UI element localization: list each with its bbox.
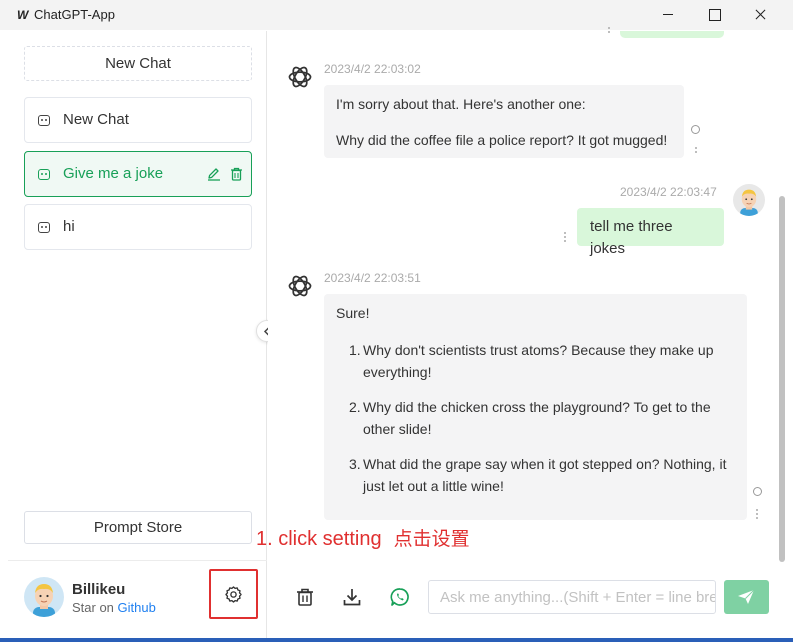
chat-history-item[interactable]: New Chat <box>24 97 252 143</box>
chat-bubble-icon <box>38 222 50 233</box>
whatsapp-icon[interactable] <box>390 587 410 607</box>
chat-scrollbar[interactable] <box>779 196 785 562</box>
more-icon[interactable] <box>756 509 759 521</box>
sidebar: New Chat New Chat Give me a joke hi Prom… <box>8 31 267 640</box>
openai-logo-icon <box>288 275 312 297</box>
more-icon[interactable] <box>695 147 698 155</box>
chat-input[interactable] <box>428 580 716 614</box>
sidebar-divider <box>8 560 267 561</box>
assistant-message-bubble: Sure! 1. Why don't scientists trust atoms… <box>324 294 747 520</box>
message-timestamp: 2023/4/2 22:03:51 <box>324 271 421 285</box>
list-number: 2. <box>349 399 361 415</box>
gear-icon <box>225 586 242 603</box>
maximize-button[interactable] <box>691 0 737 30</box>
user-subtitle: Star on Github <box>72 600 156 616</box>
close-button[interactable] <box>737 0 783 30</box>
message-paragraph: Why did the coffee file a police report?… <box>336 132 668 148</box>
trash-icon[interactable] <box>295 587 315 607</box>
list-item: 3. What did the grape say when it got ste… <box>336 453 735 497</box>
minimize-button[interactable] <box>645 0 691 30</box>
message-timestamp: 2023/4/2 22:03:02 <box>324 62 421 76</box>
avatar-illustration-icon <box>24 577 64 617</box>
github-link[interactable]: Github <box>118 600 156 615</box>
settings-button[interactable] <box>209 569 258 619</box>
new-chat-button[interactable]: New Chat <box>24 46 252 81</box>
user-message-avatar <box>733 184 765 216</box>
list-text: What did the grape say when it got stepp… <box>363 456 727 494</box>
chat-bubble-icon <box>38 169 50 180</box>
copy-status-icon[interactable] <box>691 125 700 134</box>
title-bar: W ChatGPT-App <box>0 0 793 30</box>
chat-history-item-active[interactable]: Give me a joke <box>24 151 252 197</box>
openai-logo-icon <box>288 66 312 88</box>
user-message-bubble: tell me three jokes <box>577 208 724 257</box>
message-paragraph: Sure! <box>336 305 370 321</box>
app-logo-icon: W <box>17 8 29 22</box>
chat-history-label: New Chat <box>63 111 129 128</box>
list-text: Why did the chicken cross the playground… <box>363 399 711 437</box>
send-icon <box>738 589 755 604</box>
list-number: 1. <box>349 342 361 358</box>
send-button[interactable] <box>724 580 769 614</box>
trash-icon[interactable] <box>230 167 243 181</box>
chat-history-label: Give me a joke <box>63 165 164 182</box>
message-timestamp: 2023/4/2 22:03:47 <box>620 185 717 199</box>
instruction-annotation: 1. click setting 点击设置 <box>256 527 470 551</box>
chat-bubble-icon <box>38 115 50 126</box>
user-subtitle-prefix: Star on <box>72 600 118 615</box>
prompt-store-button[interactable]: Prompt Store <box>24 511 252 544</box>
user-name: Billikeu <box>72 581 126 598</box>
avatar-illustration-icon <box>733 184 765 216</box>
more-icon[interactable] <box>564 232 567 244</box>
edit-icon[interactable] <box>207 167 221 181</box>
list-number: 3. <box>349 456 361 472</box>
assistant-message-bubble: I'm sorry about that. Here's another one… <box>324 85 684 158</box>
annotation-chinese: 点击设置 <box>393 528 470 550</box>
list-item: 1. Why don't scientists trust atoms? Beca… <box>336 339 735 383</box>
message-paragraph: I'm sorry about that. Here's another one… <box>336 96 586 112</box>
chat-history-item[interactable]: hi <box>24 204 252 250</box>
chat-history-label: hi <box>63 218 75 235</box>
copy-status-icon[interactable] <box>753 487 762 496</box>
user-avatar <box>24 577 64 617</box>
list-item: 2. Why did the chicken cross the playgrou… <box>336 396 735 440</box>
download-icon[interactable] <box>342 587 362 607</box>
previous-user-bubble <box>620 31 724 38</box>
joke-list: 1. Why don't scientists trust atoms? Beca… <box>336 339 735 497</box>
list-text: Why don't scientists trust atoms? Becaus… <box>363 342 714 380</box>
window-title: ChatGPT-App <box>34 7 115 22</box>
annotation-english: 1. click setting <box>256 528 382 550</box>
more-icon[interactable] <box>608 27 611 35</box>
desktop-background <box>0 638 793 642</box>
